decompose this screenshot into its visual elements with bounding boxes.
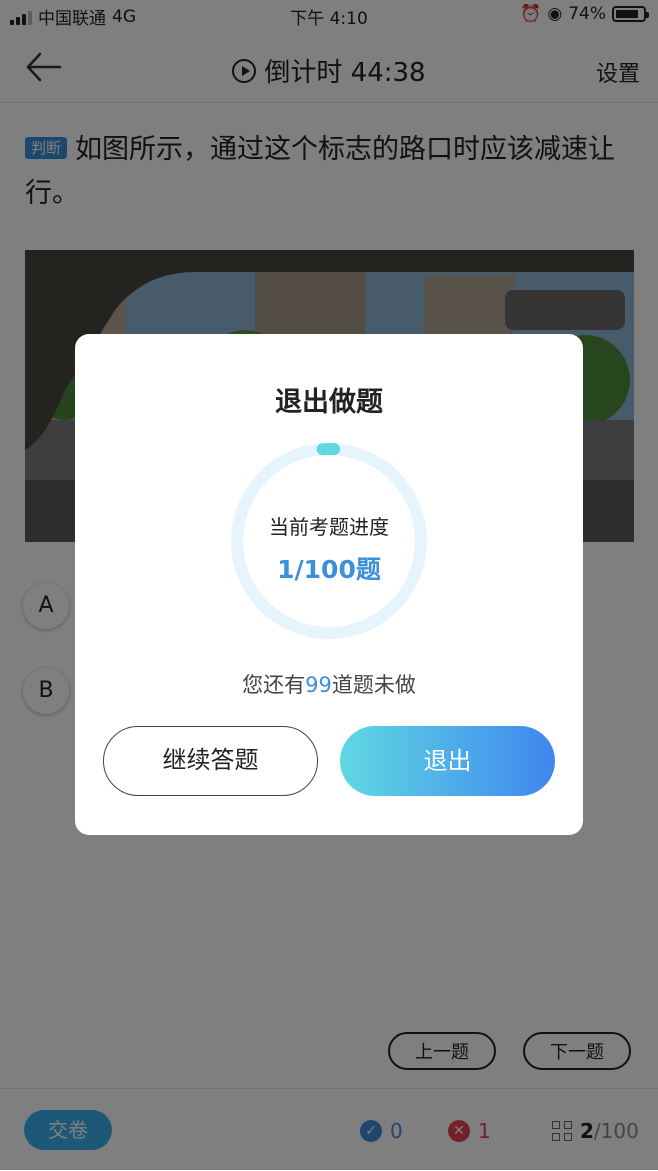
remaining-text: 您还有99道题未做 — [75, 669, 583, 699]
progress-value: 1/100题 — [277, 555, 381, 584]
continue-button[interactable]: 继续答题 — [103, 726, 318, 796]
progress-ring-track — [231, 443, 427, 639]
progress-ring — [231, 442, 427, 639]
remaining-count: 99 — [305, 673, 332, 697]
exit-button[interactable]: 退出 — [340, 726, 555, 796]
exit-dialog: 退出做题 当前考题进度 1/100题 您还有99道题未做 继续答题 退出 — [75, 334, 583, 835]
remaining-suffix: 道题未做 — [331, 673, 416, 697]
progress-label: 当前考题进度 — [269, 515, 389, 539]
remaining-prefix: 您还有 — [242, 673, 306, 697]
dialog-title: 退出做题 — [275, 387, 383, 418]
